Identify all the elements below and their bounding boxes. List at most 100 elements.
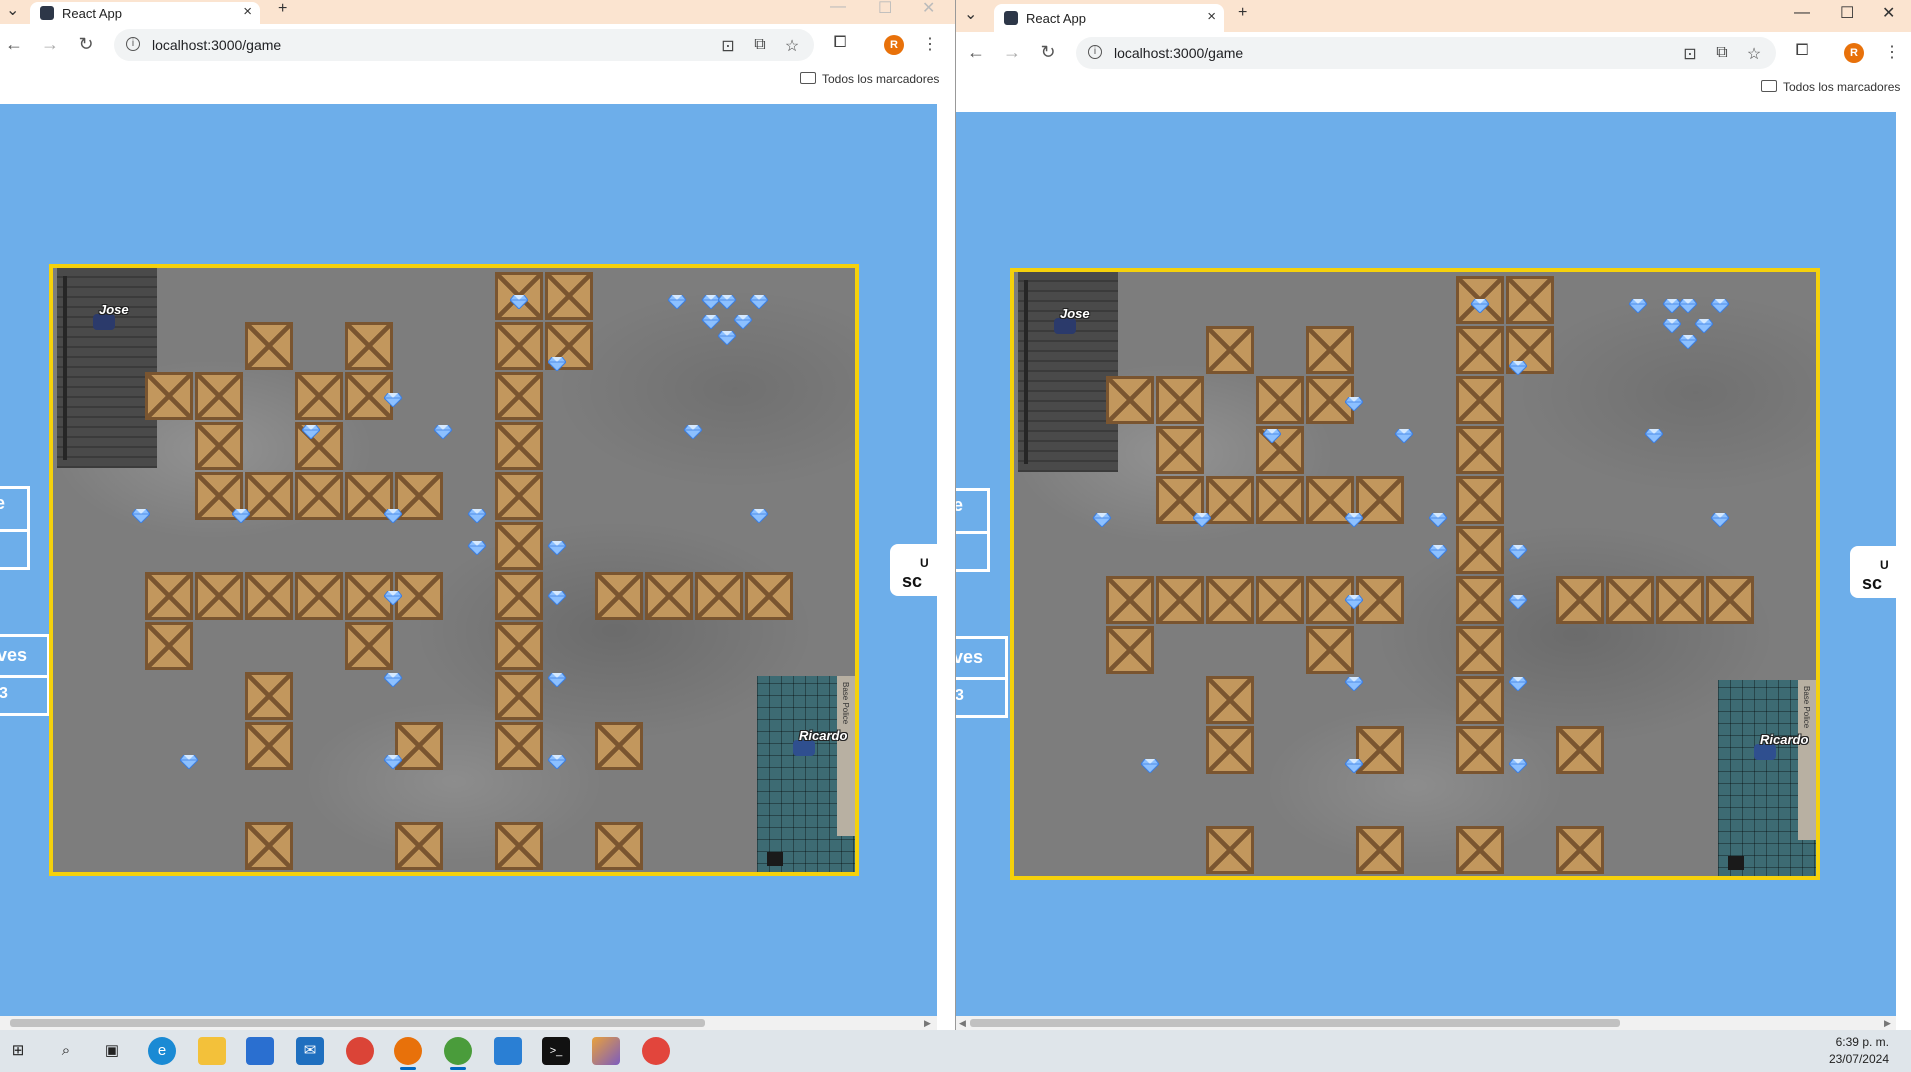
forward-icon[interactable]: →	[1002, 42, 1022, 63]
wooden-crate	[1506, 276, 1554, 324]
bookmark-star-icon[interactable]: ☆	[1744, 44, 1764, 64]
new-tab-button[interactable]: +	[278, 0, 287, 18]
folder-icon	[800, 72, 816, 84]
translate-icon[interactable]: ⧉	[1712, 44, 1732, 62]
chrome-icon[interactable]	[394, 1037, 422, 1070]
reload-icon[interactable]: ↻	[1038, 42, 1058, 63]
new-tab-button[interactable]: +	[1238, 4, 1247, 22]
profile-avatar[interactable]: R	[1844, 43, 1864, 63]
address-bar[interactable]: i localhost:3000/game ⊡ ⧉ ☆	[114, 29, 814, 61]
horizontal-scrollbar[interactable]: ▶	[0, 1016, 937, 1030]
menu-icon[interactable]: ⋮	[1882, 42, 1902, 62]
wooden-crate	[195, 372, 243, 420]
system-clock[interactable]: 6:39 p. m. 23/07/2024	[1829, 1034, 1889, 1068]
wooden-crate	[1456, 626, 1504, 674]
hud-right-score: U sc	[890, 544, 937, 596]
diamond-gem-icon	[548, 591, 566, 605]
wooden-crate	[245, 572, 293, 620]
bookmarks-bar: Todos los marcadores	[956, 74, 1911, 102]
police-base: Base Police	[757, 676, 855, 872]
close-tab-icon[interactable]: ×	[1207, 8, 1216, 25]
tab-react-app[interactable]: React App ×	[994, 4, 1224, 32]
translate-icon[interactable]: ⧉	[750, 36, 770, 54]
wooden-crate	[1656, 576, 1704, 624]
mail-icon[interactable]: ✉	[296, 1037, 324, 1065]
all-bookmarks[interactable]: Todos los marcadores	[800, 72, 939, 86]
reload-icon[interactable]: ↻	[76, 34, 96, 55]
file-explorer-icon[interactable]	[198, 1037, 226, 1065]
maximize-icon[interactable]: ☐	[1840, 3, 1854, 23]
tab-title: React App	[1026, 10, 1086, 26]
forward-icon[interactable]: →	[40, 34, 60, 55]
maximize-icon[interactable]: ☐	[878, 0, 892, 18]
scroll-left-arrow-icon[interactable]: ◀	[959, 1018, 966, 1029]
game-board: Base Police Jose Ricardo	[1010, 268, 1820, 880]
chrome-icon[interactable]	[346, 1037, 374, 1065]
site-info-icon[interactable]: i	[126, 37, 140, 51]
wooden-crate	[395, 722, 443, 770]
wooden-crate	[1156, 576, 1204, 624]
tab-react-app[interactable]: React App ×	[30, 2, 260, 24]
wooden-crate	[545, 272, 593, 320]
all-bookmarks[interactable]: Todos los marcadores	[1761, 80, 1900, 94]
diamond-gem-icon	[1345, 397, 1363, 411]
tab-search-icon[interactable]: ⌄	[964, 4, 977, 24]
edge-icon[interactable]: e	[148, 1037, 176, 1065]
url-text: localhost:3000/game	[152, 37, 282, 53]
wooden-crate	[1106, 626, 1154, 674]
hud-divider	[956, 531, 987, 534]
wooden-crate	[1556, 576, 1604, 624]
taskbar: ⊞ ⌕ ▣ e ✉ >_ 6:39 p. m. 23/07/2024	[0, 1030, 1911, 1072]
install-icon[interactable]: ⊡	[1680, 44, 1700, 64]
install-icon[interactable]: ⊡	[718, 36, 738, 56]
diamond-gem-icon	[1263, 429, 1281, 443]
store-icon[interactable]	[246, 1037, 274, 1065]
minimize-icon[interactable]: —	[830, 0, 846, 16]
hud-left-bottom: ves 3	[0, 634, 50, 716]
wooden-crate	[1206, 476, 1254, 524]
menu-icon[interactable]: ⋮	[920, 34, 940, 54]
scroll-right-arrow-icon[interactable]: ▶	[1884, 1018, 1891, 1029]
wooden-crate	[495, 622, 543, 670]
scroll-right-arrow-icon[interactable]: ▶	[924, 1018, 931, 1029]
diamond-gem-icon	[1711, 513, 1729, 527]
tab-title: React App	[62, 5, 122, 21]
diamond-gem-icon	[1663, 319, 1681, 333]
close-window-icon[interactable]: ✕	[1882, 3, 1895, 23]
wooden-crate	[145, 372, 193, 420]
wooden-crate	[145, 622, 193, 670]
hud-divider	[0, 529, 27, 532]
horizontal-scrollbar[interactable]: ◀ ▶	[956, 1016, 1896, 1030]
extensions-icon[interactable]: ⧠	[830, 34, 850, 52]
back-icon[interactable]: ←	[966, 42, 986, 63]
hud-right-line2: sc	[902, 571, 923, 591]
tab-bar: ⌄ React App × + — ☐ ✕	[0, 0, 955, 24]
close-tab-icon[interactable]: ×	[243, 3, 252, 20]
base-wall: Base Police	[1798, 680, 1816, 840]
minimize-icon[interactable]: —	[1794, 4, 1810, 22]
address-bar[interactable]: i localhost:3000/game ⊡ ⧉ ☆	[1076, 37, 1776, 69]
profile-avatar[interactable]: R	[884, 35, 904, 55]
vscode-icon[interactable]	[494, 1037, 522, 1065]
search-icon[interactable]: ⌕	[52, 1037, 80, 1065]
horizontal-scroll-thumb[interactable]	[970, 1019, 1620, 1027]
hud-right-line1: U	[1880, 558, 1889, 572]
extensions-icon[interactable]: ⧠	[1792, 42, 1812, 60]
close-window-icon[interactable]: ✕	[922, 0, 935, 18]
bookmark-star-icon[interactable]: ☆	[782, 36, 802, 56]
player-jose-name: Jose	[1060, 306, 1090, 321]
site-info-icon[interactable]: i	[1088, 45, 1102, 59]
tab-search-icon[interactable]: ⌄	[6, 0, 19, 20]
wooden-crate	[245, 322, 293, 370]
horizontal-scroll-thumb[interactable]	[10, 1019, 705, 1027]
back-icon[interactable]: ←	[4, 34, 24, 55]
git-icon[interactable]	[592, 1037, 620, 1065]
paint-icon[interactable]	[642, 1037, 670, 1065]
task-view-icon[interactable]: ▣	[98, 1037, 126, 1065]
terminal-icon[interactable]: >_	[542, 1037, 570, 1065]
chrome-icon[interactable]	[444, 1037, 472, 1070]
start-icon[interactable]: ⊞	[4, 1037, 32, 1065]
clock-time: 6:39 p. m.	[1835, 1035, 1889, 1049]
diamond-gem-icon	[232, 509, 250, 523]
police-base: Base Police	[1718, 680, 1816, 876]
